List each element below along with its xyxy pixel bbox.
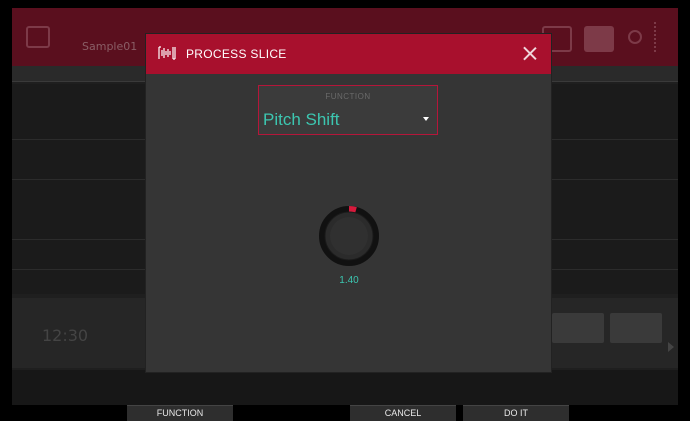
waveform-icon bbox=[158, 46, 176, 60]
background-menu-icon bbox=[26, 26, 50, 48]
process-slice-dialog: PROCESS SLICE FUNCTION Pitch Shift 1.40 bbox=[146, 34, 551, 372]
softkey-bar bbox=[0, 405, 690, 421]
pitch-knob[interactable] bbox=[318, 205, 380, 267]
dialog-header: PROCESS SLICE bbox=[146, 34, 551, 74]
function-button[interactable]: FUNCTION bbox=[127, 405, 233, 421]
background-gear-icon bbox=[628, 30, 642, 44]
do-it-button[interactable]: DO IT bbox=[463, 405, 569, 421]
background-strip bbox=[12, 370, 678, 405]
background-position: 12:30 bbox=[42, 326, 89, 345]
close-icon[interactable] bbox=[519, 43, 541, 65]
function-select[interactable]: FUNCTION Pitch Shift bbox=[258, 85, 438, 135]
cancel-button[interactable]: CANCEL bbox=[350, 405, 456, 421]
background-title: Sample01 bbox=[82, 40, 138, 53]
background-level-icon bbox=[654, 22, 660, 52]
caret-down-icon bbox=[423, 117, 429, 121]
knob-value: 1.40 bbox=[339, 275, 359, 286]
background-zoom-button bbox=[584, 26, 614, 52]
background-arrow-icon bbox=[668, 342, 674, 352]
dialog-title: PROCESS SLICE bbox=[186, 47, 287, 61]
function-value: Pitch Shift bbox=[263, 110, 340, 129]
function-label: FUNCTION bbox=[325, 92, 371, 101]
